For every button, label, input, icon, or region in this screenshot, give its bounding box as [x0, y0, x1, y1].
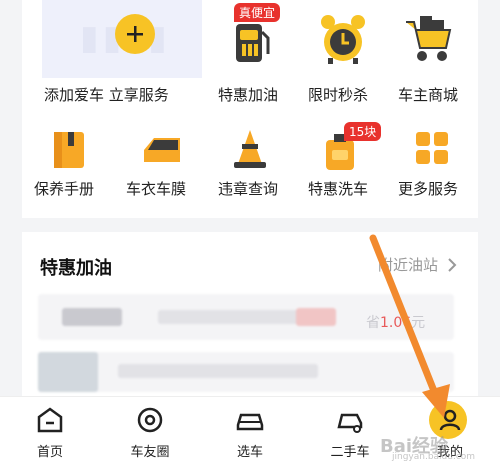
annotation-arrow [369, 234, 450, 418]
watermark-subtext: jingyan.baidu.com [392, 452, 476, 462]
